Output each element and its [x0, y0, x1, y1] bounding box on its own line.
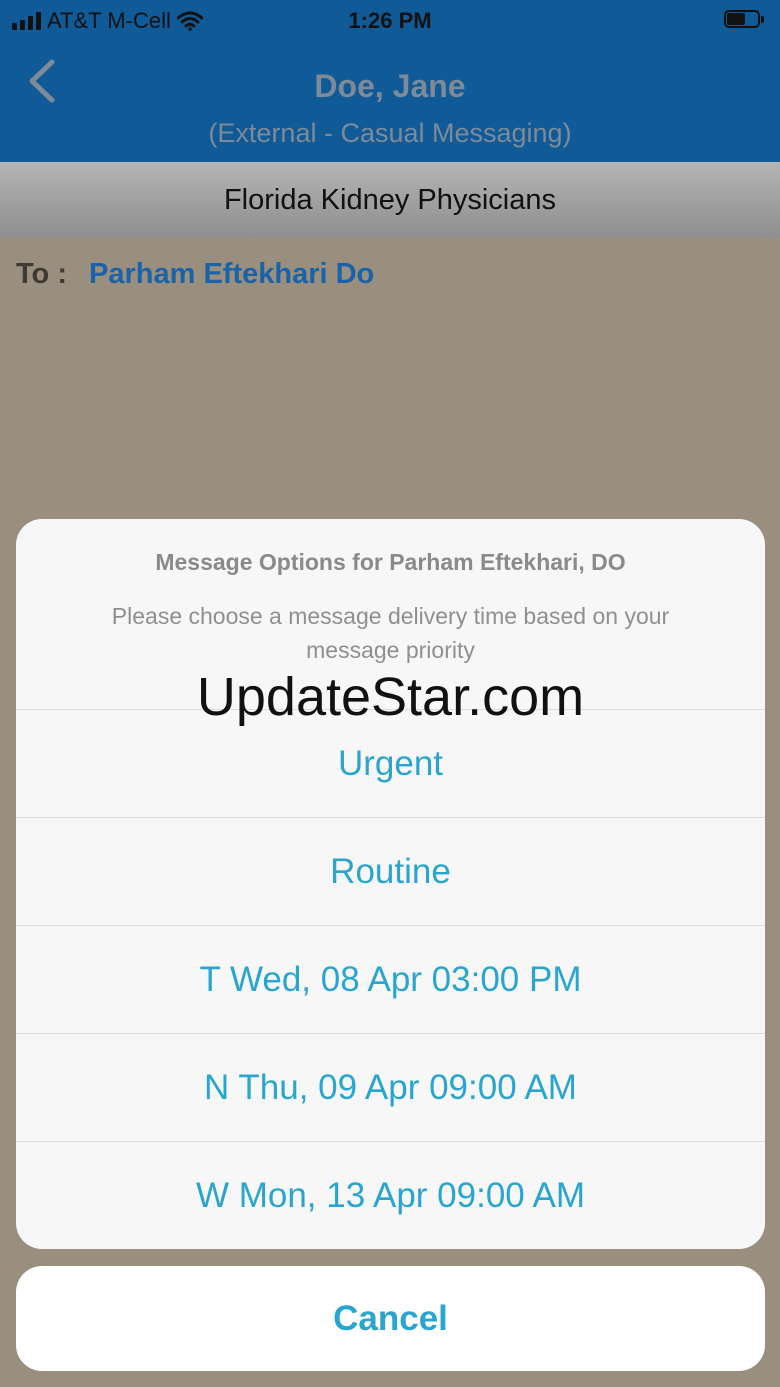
action-sheet: Message Options for Parham Eftekhari, DO… [16, 519, 765, 1249]
recipient-row: To : Parham Eftekhari Do [16, 258, 374, 291]
option-time-mon[interactable]: W Mon, 13 Apr 09:00 AM [16, 1142, 765, 1249]
option-routine[interactable]: Routine [16, 818, 765, 926]
page-subtitle: (External - Casual Messaging) [208, 118, 572, 148]
recipient-name[interactable]: Parham Eftekhari Do [89, 258, 374, 290]
option-time-wed[interactable]: T Wed, 08 Apr 03:00 PM [16, 926, 765, 1034]
page-title: Doe, Jane [314, 68, 466, 104]
status-bar: AT&T M-Cell 1:26 PM [0, 0, 780, 40]
option-time-thu[interactable]: N Thu, 09 Apr 09:00 AM [16, 1034, 765, 1142]
option-urgent[interactable]: Urgent [16, 710, 765, 818]
action-sheet-title: Message Options for Parham Eftekhari, DO [155, 549, 626, 575]
status-time: 1:26 PM [348, 8, 432, 33]
nav-bar: Doe, Jane (External - Casual Messaging) [0, 40, 780, 162]
to-label: To : [16, 258, 67, 290]
action-sheet-header: Message Options for Parham Eftekhari, DO… [16, 519, 765, 727]
cancel-button[interactable]: Cancel [16, 1266, 765, 1371]
organization-header: Florida Kidney Physicians [0, 162, 780, 238]
action-sheet-message: Please choose a message delivery time ba… [111, 603, 670, 663]
battery-icon [724, 10, 766, 30]
